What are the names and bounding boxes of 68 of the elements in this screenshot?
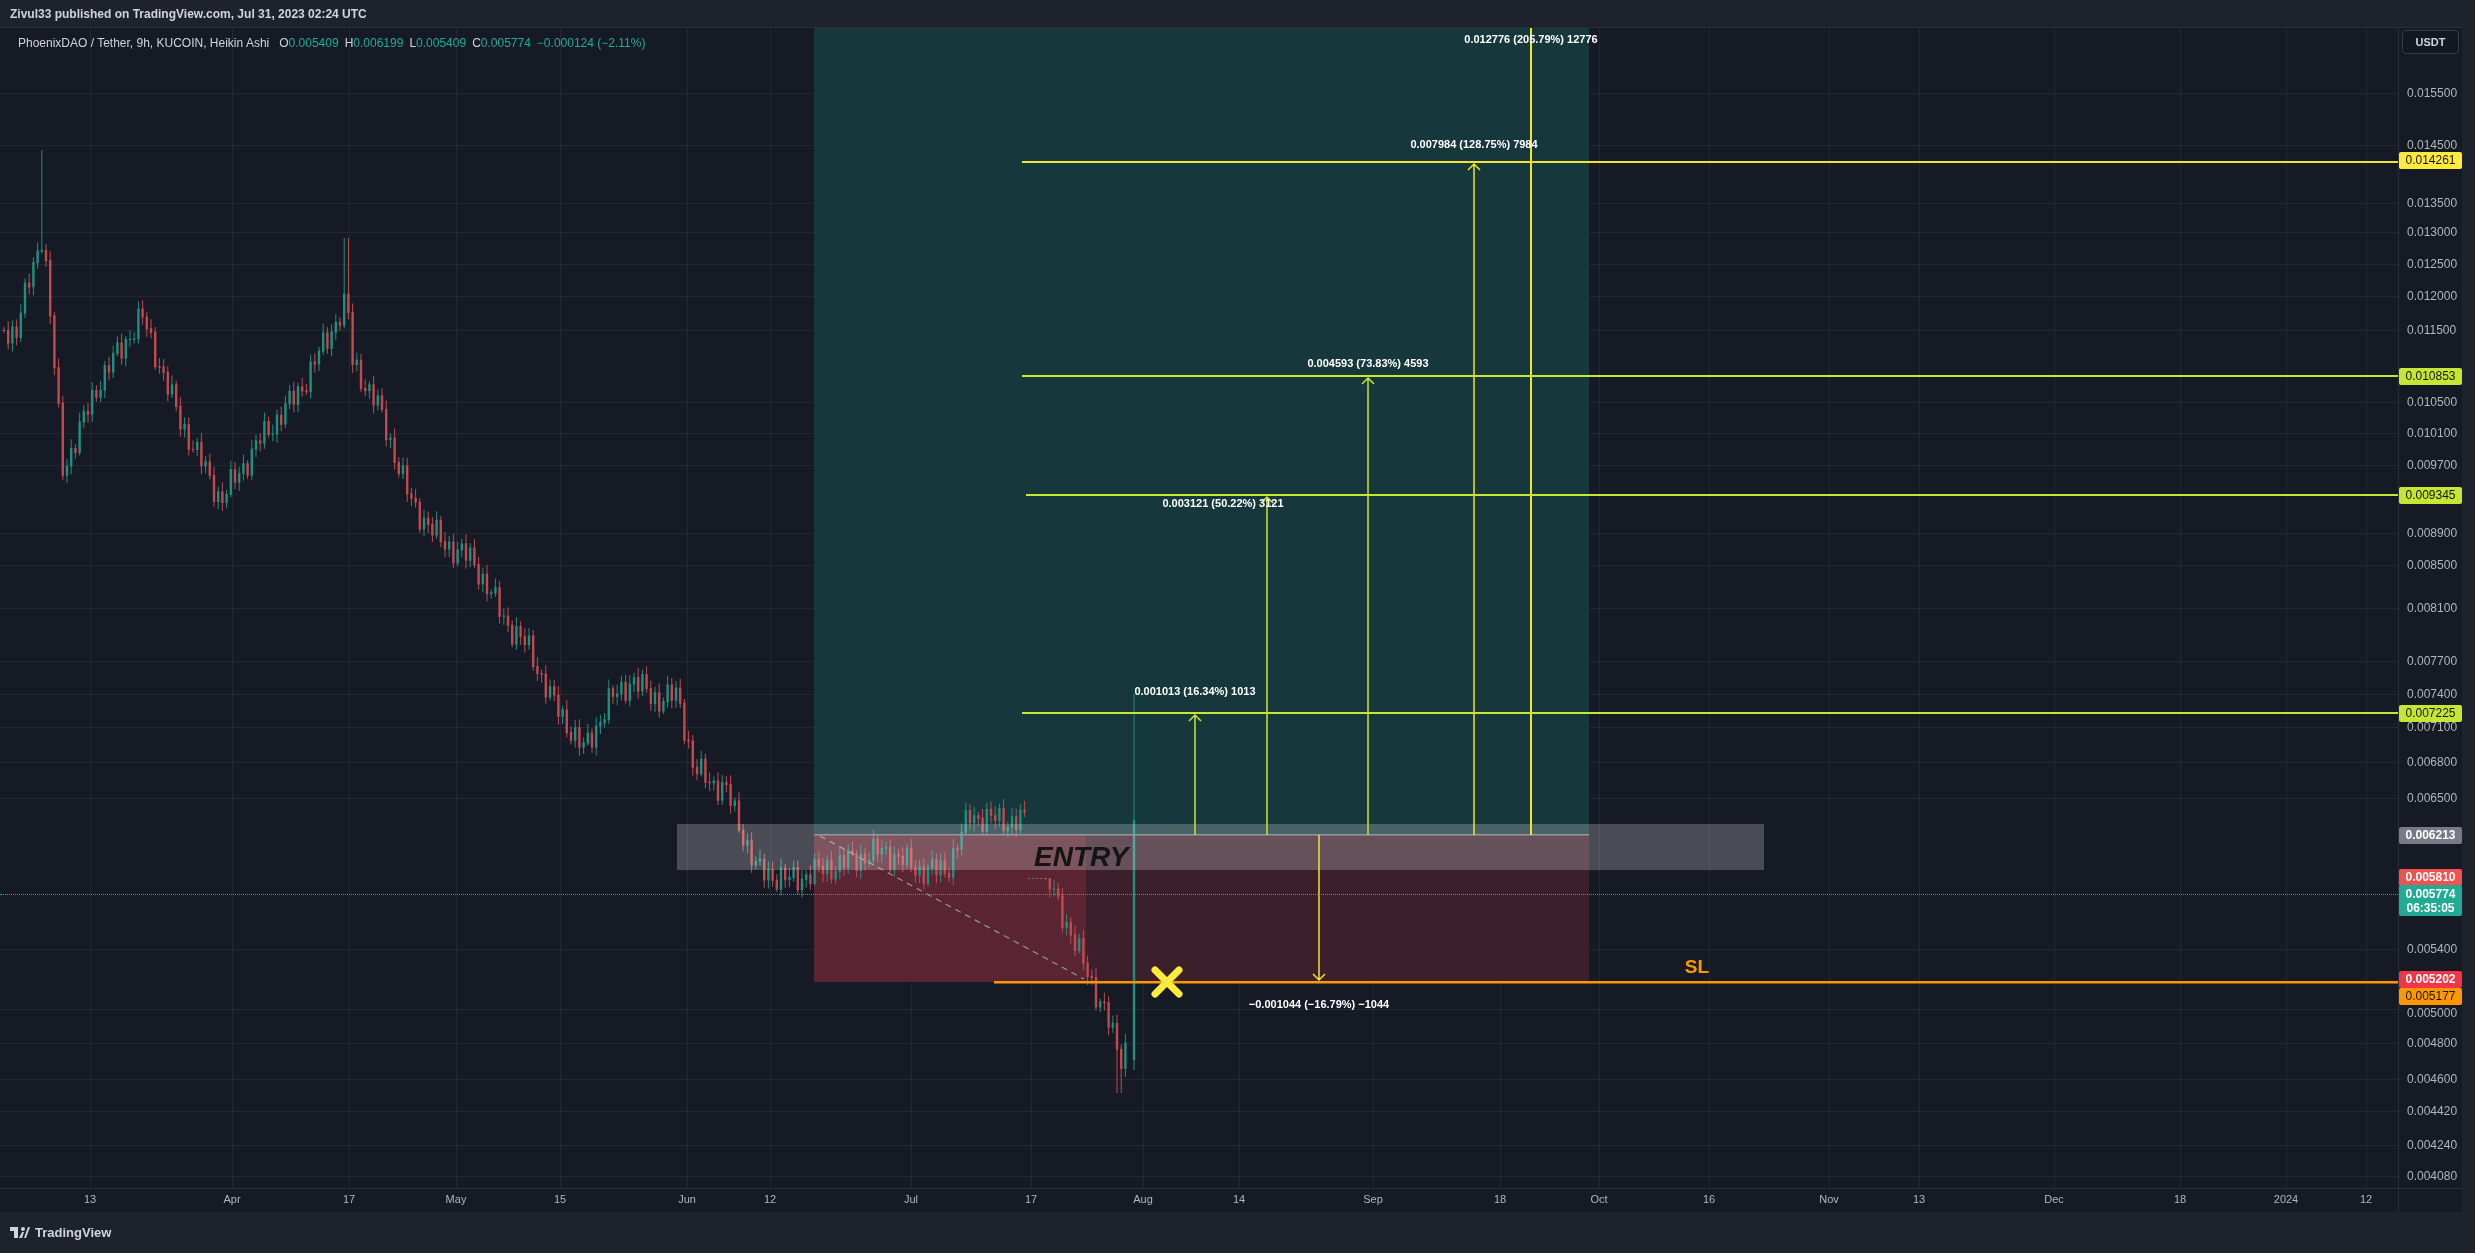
time-tick-label: 2024 xyxy=(2273,1194,2299,1205)
time-tick-label: Oct xyxy=(1590,1194,1608,1205)
price-badge: 0.006213 xyxy=(2399,826,2462,844)
price-tick-label: 0.010500 xyxy=(2407,396,2458,408)
measure-label: −0.001044 (−16.79%) −1044 xyxy=(1248,998,1390,1010)
price-badge: 0.007225 xyxy=(2399,704,2462,722)
time-tick-label: Nov xyxy=(1819,1194,1839,1205)
time-tick-label: 18 xyxy=(1493,1194,1507,1205)
price-tick-label: 0.012000 xyxy=(2407,290,2458,302)
price-tick-label: 0.014500 xyxy=(2407,139,2458,151)
currency-button[interactable]: USDT xyxy=(2402,30,2459,54)
price-tick-label: 0.004420 xyxy=(2407,1105,2458,1117)
price-tick-label: 0.006500 xyxy=(2407,792,2458,804)
time-tick-label: Dec xyxy=(2044,1194,2064,1205)
ohlc-value: L0.005409 xyxy=(409,35,467,52)
time-tick-label: Apr xyxy=(223,1194,241,1205)
time-tick-label: 12 xyxy=(763,1194,777,1205)
time-tick-label: Aug xyxy=(1133,1194,1153,1205)
price-tick-label: 0.005400 xyxy=(2407,943,2458,955)
price-tick-label: 0.004800 xyxy=(2407,1037,2458,1049)
entry-label: ENTRY xyxy=(1034,841,1129,872)
ohlc-value: C0.005774 xyxy=(472,35,531,52)
time-tick-label: 17 xyxy=(1024,1194,1038,1205)
price-tick-label: 0.008100 xyxy=(2407,602,2458,614)
time-tick-label: 14 xyxy=(1232,1194,1246,1205)
publisher-line: Zivul33 published on TradingView.com, Jul 31, 2023 02:24 UTC xyxy=(10,5,367,23)
price-badge: 0.005202 xyxy=(2399,970,2462,988)
ohlc-value: H0.006199 xyxy=(344,35,404,52)
measure-label: 0.001013 (16.34%) 1013 xyxy=(1134,685,1256,697)
price-tick-label: 0.013500 xyxy=(2407,197,2458,209)
time-tick-label: 15 xyxy=(553,1194,567,1205)
time-tick-label: Jul xyxy=(903,1194,919,1205)
time-tick-label: May xyxy=(445,1194,467,1205)
price-tick-label: 0.007400 xyxy=(2407,688,2458,700)
price-badge: 0.014261 xyxy=(2399,151,2462,169)
price-tick-label: 0.012500 xyxy=(2407,258,2458,270)
price-badge: 0.009345 xyxy=(2399,486,2462,504)
price-tick-label: 0.004600 xyxy=(2407,1073,2458,1085)
price-tick-label: 0.004080 xyxy=(2407,1170,2458,1182)
time-tick-label: Sep xyxy=(1363,1194,1383,1205)
price-tick-label: 0.005000 xyxy=(2407,1007,2458,1019)
price-change: −0.000124 (−2.11%) xyxy=(536,35,646,52)
stop-loss-label: SL xyxy=(1684,956,1710,977)
time-tick-label: Jun xyxy=(678,1194,696,1205)
time-tick-label: 16 xyxy=(1702,1194,1716,1205)
price-tick-label: 0.008500 xyxy=(2407,559,2458,571)
current-price-badge: 0.005774 06:35:05 xyxy=(2399,885,2462,916)
price-badge: 0.010853 xyxy=(2399,367,2462,385)
price-tick-label: 0.007700 xyxy=(2407,655,2458,667)
ohlc-value: O0.005409 xyxy=(279,35,339,52)
time-tick-label: 18 xyxy=(2173,1194,2187,1205)
price-tick-label: 0.004240 xyxy=(2407,1139,2458,1151)
time-tick-label: 12 xyxy=(2359,1194,2373,1205)
price-tick-label: 0.008900 xyxy=(2407,527,2458,539)
symbol-title: PhoenixDAO / Tether, 9h, KUCOIN, Heikin Ashi xyxy=(18,35,270,52)
price-badge: 0.005810 xyxy=(2399,868,2462,886)
time-tick-label: 13 xyxy=(1912,1194,1926,1205)
logo-text: TradingView xyxy=(35,1223,112,1242)
time-tick-label: 13 xyxy=(83,1194,97,1205)
price-tick-label: 0.009700 xyxy=(2407,459,2458,471)
measure-label: 0.004593 (73.83%) 4593 xyxy=(1307,357,1429,369)
price-tick-label: 0.015500 xyxy=(2407,87,2458,99)
time-tick-label: 17 xyxy=(342,1194,356,1205)
price-tick-label: 0.011500 xyxy=(2407,324,2457,336)
price-tick-label: 0.007100 xyxy=(2407,721,2458,733)
price-tick-label: 0.006800 xyxy=(2407,756,2458,768)
price-tick-label: 0.010100 xyxy=(2407,427,2458,439)
price-tick-label: 0.013000 xyxy=(2407,226,2458,238)
